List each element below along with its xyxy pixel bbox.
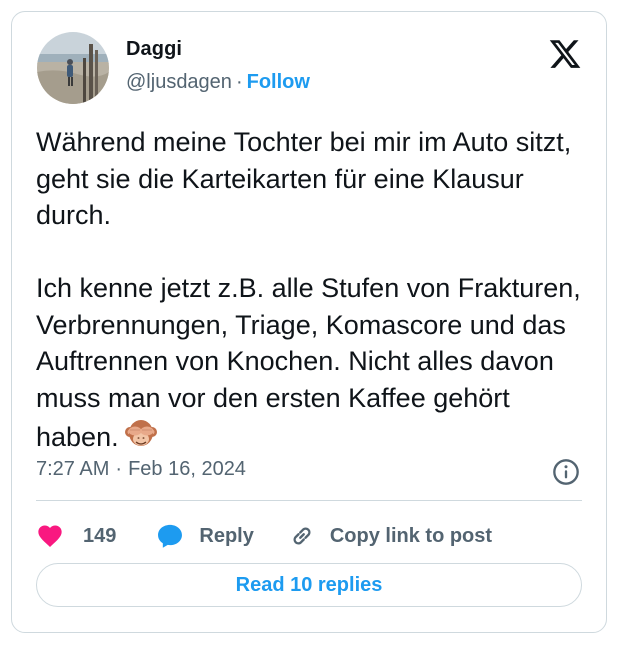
reply-label: Reply	[199, 524, 254, 547]
like-count: 149	[83, 524, 117, 547]
handle-separator: ·	[235, 71, 243, 93]
reply-button[interactable]: Reply	[156, 522, 287, 550]
read-replies-button[interactable]: Read 10 replies	[36, 563, 582, 607]
author-avatar[interactable]	[37, 32, 109, 104]
like-button[interactable]: 149	[36, 522, 156, 550]
author-handle[interactable]: @ljusdagen	[126, 71, 232, 93]
link-icon	[288, 522, 316, 550]
see-no-evil-monkey-icon	[123, 416, 159, 462]
follow-button[interactable]: Follow	[247, 71, 310, 93]
tweet-text-block: Während meine Tochter bei mir im Auto si…	[36, 124, 596, 462]
x-logo-icon[interactable]	[548, 37, 582, 71]
info-icon[interactable]	[552, 458, 580, 486]
author-display-name[interactable]: Daggi	[126, 38, 182, 61]
read-replies-label: Read 10 replies	[235, 573, 383, 596]
copy-link-label: Copy link to post	[329, 524, 493, 547]
actions-divider	[36, 500, 582, 501]
author-handle-row: @ljusdagen · Follow	[126, 71, 310, 94]
copy-link-button[interactable]: Copy link to post	[288, 522, 492, 550]
tweet-timestamp[interactable]: 7:27 AM · Feb 16, 2024	[36, 458, 246, 481]
speech-bubble-icon	[156, 522, 184, 550]
tweet-date: Feb 16, 2024	[128, 458, 246, 480]
tweet-time: 7:27 AM	[36, 458, 110, 480]
tweet-card: Daggi @ljusdagen · Follow Während meine To…	[11, 11, 607, 633]
tweet-text: Während meine Tochter bei mir im Auto si…	[36, 127, 581, 452]
heart-icon	[36, 522, 64, 550]
avatar-beach-photo	[37, 32, 109, 104]
timestamp-separator: ·	[115, 458, 123, 480]
tweet-actions: 149 Reply Copy link to post	[36, 516, 492, 556]
